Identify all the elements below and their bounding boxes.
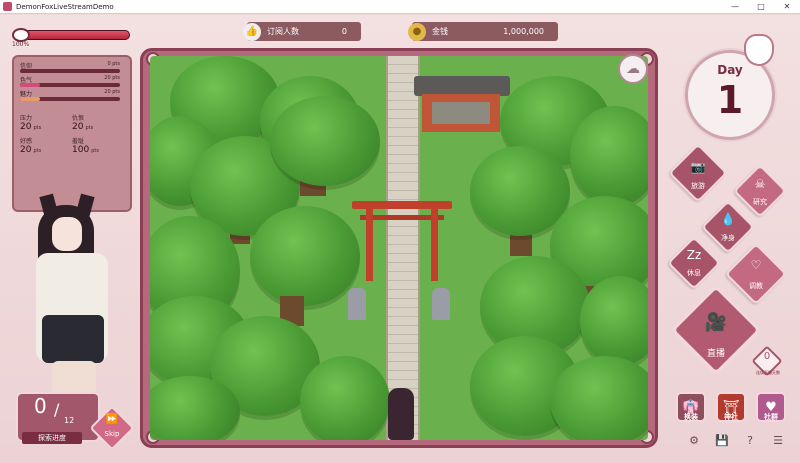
player-sprite — [388, 388, 414, 440]
purify-label: 净身 — [721, 234, 735, 242]
gold-counter: ● 金钱 1,000,000 — [408, 22, 558, 41]
stat-faith: 信仰 0 pts — [20, 61, 124, 75]
stats-panel: 信仰 0 pts 色气 20 pts 魅力 20 pts 压力 20 pts 仇恨… — [12, 55, 132, 212]
tree — [580, 276, 648, 366]
stat-amount: 20 pts — [104, 75, 120, 81]
health-bar — [14, 30, 130, 40]
stat-bar — [20, 97, 120, 101]
window-title: DemonFoxLiveStreamDemo — [16, 2, 114, 11]
stream-label: 直播 — [706, 349, 725, 359]
stream-streak-value: 0 — [763, 351, 771, 362]
coin-icon: ● — [408, 22, 426, 41]
help-icon[interactable]: ? — [742, 434, 758, 450]
tree — [250, 206, 360, 306]
menu-icon[interactable]: ☰ — [770, 434, 786, 450]
maximize-button[interactable]: □ — [748, 0, 774, 14]
travel-label: 旅游 — [691, 182, 705, 190]
fast-forward-icon: ⏩ — [105, 414, 119, 425]
tree — [570, 106, 648, 206]
tree — [550, 356, 648, 440]
fox-mask-icon — [744, 34, 774, 66]
heart-icon: ♡ — [750, 258, 762, 272]
exploration-total: 12 — [64, 416, 75, 425]
minimize-button[interactable]: — — [722, 0, 748, 14]
shrine-roof — [414, 76, 510, 96]
subscribers-value: 0 — [341, 27, 347, 36]
day-number: 1 — [716, 78, 744, 122]
window-titlebar: DemonFoxLiveStreamDemo — □ ✕ — [0, 0, 800, 14]
fox-statue — [348, 288, 366, 320]
close-button[interactable]: ✕ — [774, 0, 800, 14]
stream-streak-label: 连续直播天数 — [756, 370, 780, 375]
system-toolbar: ⚙ 💾 ? ☰ — [686, 434, 786, 450]
stat-amount: 0 pts — [107, 61, 120, 67]
stat-affection: 好感 20 pts — [20, 138, 42, 155]
drop-icon: 💧 — [720, 212, 736, 226]
exploration-label: 探索进度 — [22, 432, 82, 444]
change-outfit-label: 换装 — [684, 413, 698, 421]
shrine-building[interactable] — [422, 94, 500, 132]
stat-hatred: 仇恨 20 pts — [72, 115, 94, 132]
subscribers-counter: 👍 订阅人数 0 — [243, 22, 361, 41]
fox-statue — [432, 288, 450, 320]
fox-icon — [12, 28, 30, 42]
exploration-current: 0 — [34, 394, 47, 418]
camera-icon: 📷 — [690, 160, 706, 174]
exploration-separator: / — [54, 400, 60, 419]
health-percent: 100% — [12, 41, 30, 48]
gold-value: 1,000,000 — [503, 27, 544, 36]
stat-lust: 色气 20 pts — [20, 75, 124, 89]
subscribers-label: 订阅人数 — [267, 27, 299, 36]
shrine-label: 神社 — [724, 413, 738, 421]
sleep-icon: Zz — [686, 248, 702, 262]
stat-stress: 压力 20 pts — [20, 115, 42, 132]
video-camera-icon: 🎥 — [704, 312, 728, 333]
stat-bar — [20, 69, 120, 73]
research-label: 研究 — [753, 198, 767, 206]
settings-gear-icon[interactable]: ⚙ — [686, 434, 702, 450]
torii-gate — [352, 201, 452, 281]
thumbs-up-icon: 👍 — [243, 22, 261, 41]
tree — [300, 356, 390, 440]
stat-amount: 20 pts — [104, 89, 120, 95]
game-map[interactable] — [150, 56, 648, 440]
weather-cloud-icon[interactable]: ☁ — [618, 54, 648, 84]
rest-label: 休息 — [687, 269, 701, 277]
save-icon[interactable]: 💾 — [714, 434, 730, 450]
skip-label: Skip — [104, 430, 120, 438]
app-icon — [3, 2, 12, 11]
gold-label: 金钱 — [432, 27, 448, 36]
stat-shame: 羞耻 100 pts — [72, 138, 99, 155]
train-label: 调教 — [749, 282, 763, 290]
skull-icon: ☠ — [754, 177, 766, 191]
stat-charm: 魅力 20 pts — [20, 89, 124, 103]
health-bar-fill — [15, 31, 129, 39]
tree — [270, 96, 380, 186]
stat-bar — [20, 83, 120, 87]
social-label: 社群 — [764, 413, 778, 421]
